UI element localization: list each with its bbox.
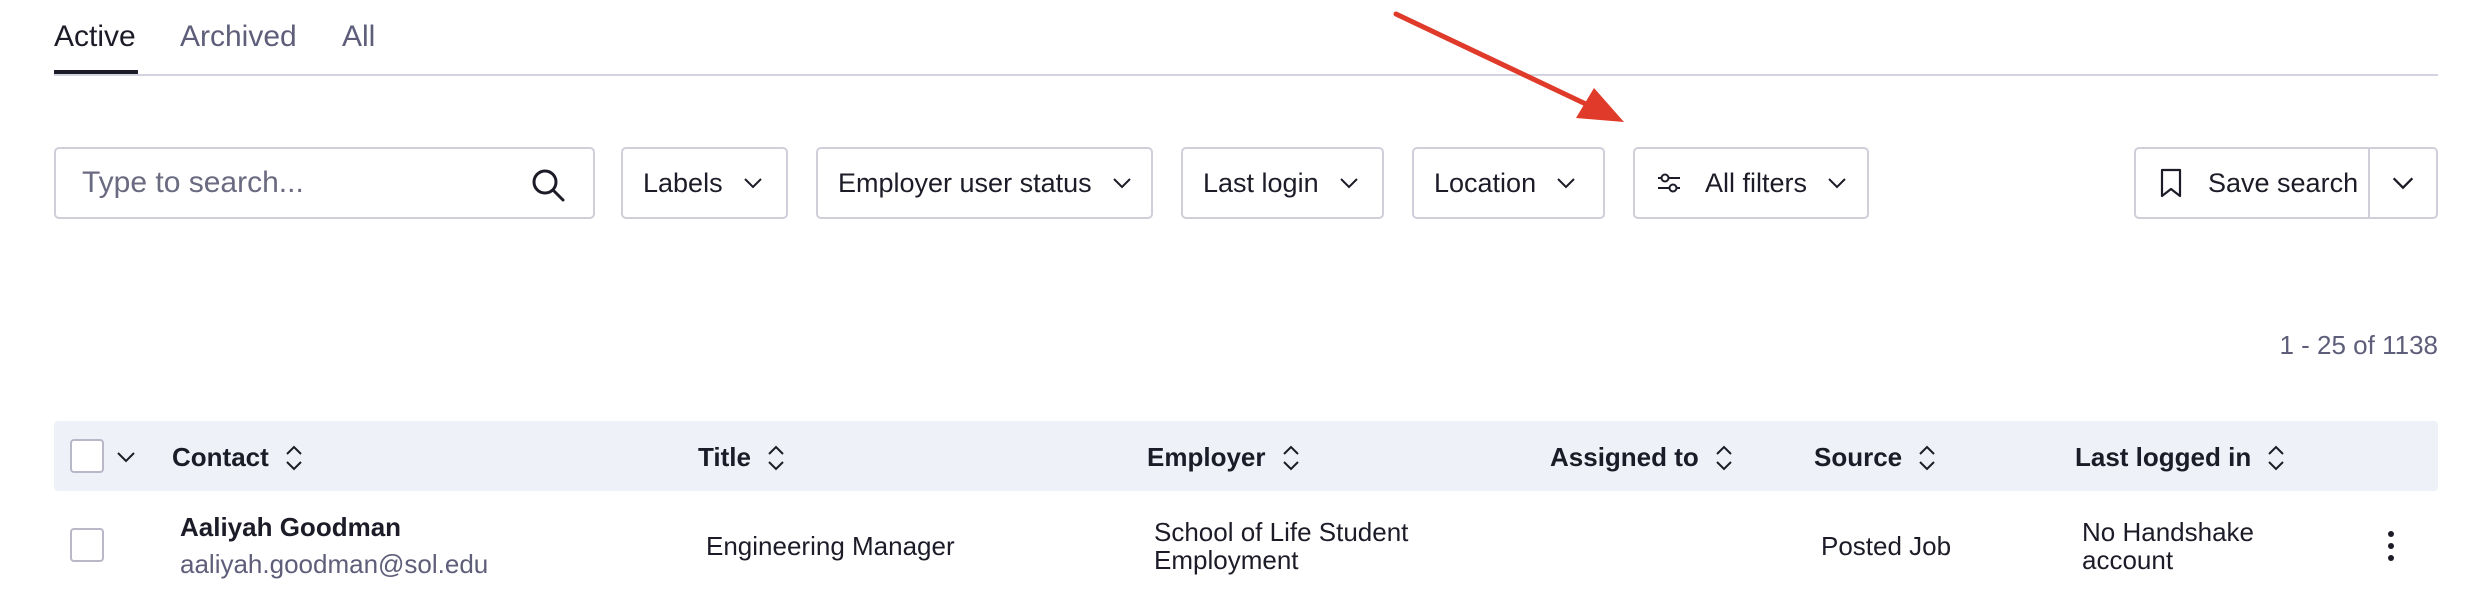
sort-icon <box>286 445 302 470</box>
location-filter-label: Location <box>1434 167 1537 198</box>
sort-icon <box>768 445 784 470</box>
last-logged-in-line1: No Handshake <box>2082 517 2254 547</box>
save-search-options-button[interactable] <box>2370 149 2436 217</box>
search-box <box>54 147 595 219</box>
employer-name-line2[interactable]: Employment <box>1154 545 1299 576</box>
column-header-employer[interactable]: Employer <box>1147 442 1302 473</box>
column-header-label: Title <box>698 442 751 472</box>
contact-email: aaliyah.goodman@sol.edu <box>180 549 489 579</box>
sort-icon <box>2268 445 2284 470</box>
last-logged-in-line2: account <box>2082 545 2174 575</box>
column-header-source[interactable]: Source <box>1814 442 1938 473</box>
labels-filter-label: Labels <box>643 167 723 198</box>
save-search-group: Save search <box>2134 147 2438 219</box>
column-header-label: Contact <box>172 442 269 472</box>
employer-user-status-filter-label: Employer user status <box>838 167 1092 198</box>
employer-user-status-filter-button[interactable]: Employer user status <box>816 147 1153 219</box>
tab-bar: Active Archived All <box>54 0 2438 76</box>
chevron-down-icon <box>2392 177 2414 190</box>
contact-title: Engineering Manager <box>706 531 955 561</box>
tab-all[interactable]: All <box>342 20 375 54</box>
employer-name-line1[interactable]: School of Life Student <box>1154 517 1408 548</box>
contact-name[interactable]: Aaliyah Goodman <box>180 512 401 543</box>
sliders-icon <box>1658 173 1680 193</box>
column-header-last-logged-in[interactable]: Last logged in <box>2075 442 2287 473</box>
chevron-down-icon[interactable] <box>114 445 138 469</box>
tab-archived[interactable]: Archived <box>180 20 297 54</box>
column-header-assigned-to[interactable]: Assigned to <box>1550 442 1735 473</box>
save-search-button[interactable]: Save search <box>2136 149 2368 217</box>
chevron-down-icon <box>1112 178 1131 189</box>
chevron-down-icon <box>743 178 762 189</box>
tab-active[interactable]: Active <box>54 20 136 54</box>
annotation-arrow <box>1393 11 1624 122</box>
chevron-down-icon <box>1339 178 1358 189</box>
pagination-count: 1 - 25 of 1138 <box>2279 330 2438 360</box>
last-login-filter-label: Last login <box>1203 167 1319 198</box>
last-login-filter-button[interactable]: Last login <box>1181 147 1384 219</box>
chevron-down-icon <box>1828 178 1846 189</box>
active-tab-indicator <box>54 70 138 74</box>
column-header-contact[interactable]: Contact <box>172 442 305 473</box>
chevron-down-icon <box>1557 178 1575 189</box>
search-input[interactable] <box>82 163 522 203</box>
column-header-label: Last logged in <box>2075 442 2252 472</box>
location-filter-button[interactable]: Location <box>1412 147 1605 219</box>
row-checkbox[interactable] <box>70 528 104 562</box>
sort-icon <box>1716 445 1732 470</box>
sort-icon <box>1282 445 1299 470</box>
bookmark-icon <box>2160 168 2182 198</box>
all-filters-label: All filters <box>1705 167 1808 198</box>
table-header: Contact Title Employer Assigned to Sourc… <box>54 421 2438 491</box>
column-header-label: Employer <box>1147 442 1266 472</box>
labels-filter-button[interactable]: Labels <box>621 147 788 219</box>
sort-icon <box>1919 445 1935 470</box>
source-value: Posted Job <box>1821 531 1952 561</box>
save-search-label: Save search <box>2208 167 2359 198</box>
column-header-label: Source <box>1814 442 1903 472</box>
column-header-title[interactable]: Title <box>698 442 787 473</box>
kebab-menu-icon[interactable] <box>2376 528 2406 564</box>
select-all-checkbox[interactable] <box>70 439 104 473</box>
all-filters-button[interactable]: All filters <box>1633 147 1869 219</box>
search-icon[interactable] <box>530 167 566 203</box>
column-header-label: Assigned to <box>1550 442 1699 472</box>
